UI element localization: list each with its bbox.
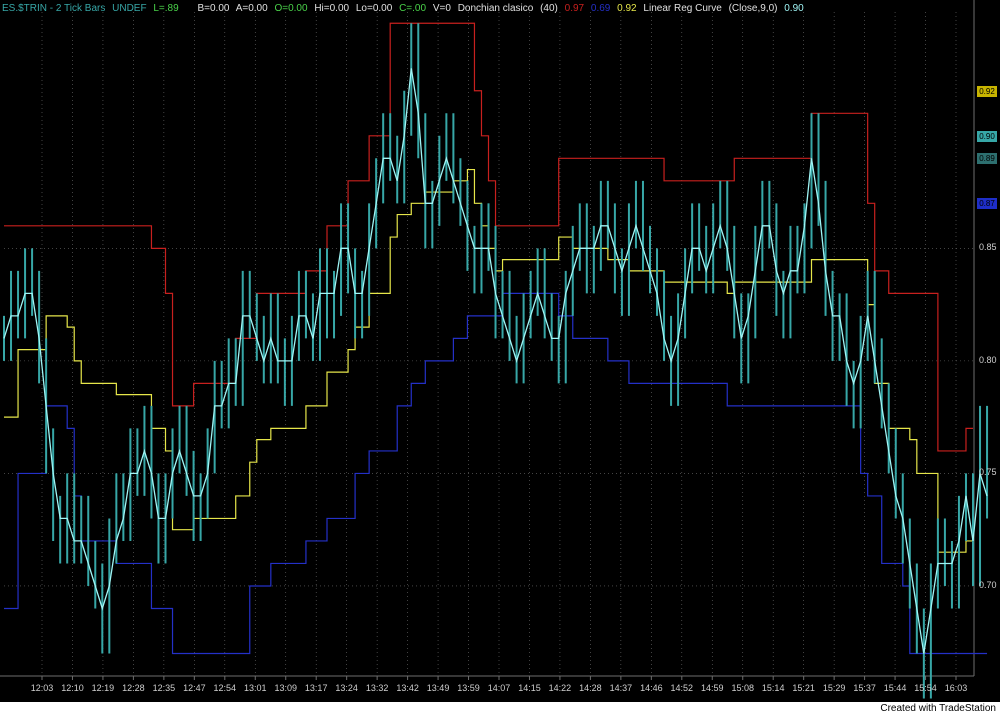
high-value: Hi=0.00 [314,3,350,14]
price-tag: 0.89 [977,153,997,165]
price-tag: 0.92 [977,85,997,97]
price-tag: 0.90 [977,130,997,142]
footer-bar: Created with TradeStation [0,702,1000,717]
study2-name[interactable]: Linear Reg Curve [643,3,721,14]
study2-value: 0.90 [784,3,804,14]
chart-window: ES.$TRIN - 2 Tick Bars UNDEF L=.89 B=0.0… [0,0,1000,717]
credit-text: Created with TradeStation [880,703,996,714]
y-tick-label: 0.80 [979,354,997,365]
volume-value: V=0 [432,3,451,14]
symbol-label[interactable]: ES.$TRIN - 2 Tick Bars [2,3,105,14]
x-tick-label: 16:03 [944,683,968,693]
study1-mid: 0.92 [617,3,637,14]
study1-name[interactable]: Donchian clasico [458,3,534,14]
undef-label: UNDEF [112,3,147,14]
price-chart[interactable] [0,0,1000,702]
study2-param: (Close,9,0) [728,3,778,14]
y-tick-label: 0.85 [979,242,997,253]
low-value: Lo=0.00 [355,3,393,14]
chart-header: ES.$TRIN - 2 Tick Bars UNDEF L=.89 B=0.0… [2,2,808,16]
study1-param: (40) [540,3,558,14]
study1-upper: 0.97 [564,3,585,14]
last-value: L=.89 [153,3,179,14]
bid-value: B=0.00 [197,3,230,14]
ask-value: A=0.00 [235,3,268,14]
y-tick-label: 0.70 [979,579,997,590]
study1-lower: 0.69 [590,3,611,14]
open-value: O=0.00 [274,3,308,14]
close-value: C=.00 [399,3,427,14]
y-tick-label: 0.75 [979,467,997,478]
price-tag: 0.87 [977,198,997,210]
